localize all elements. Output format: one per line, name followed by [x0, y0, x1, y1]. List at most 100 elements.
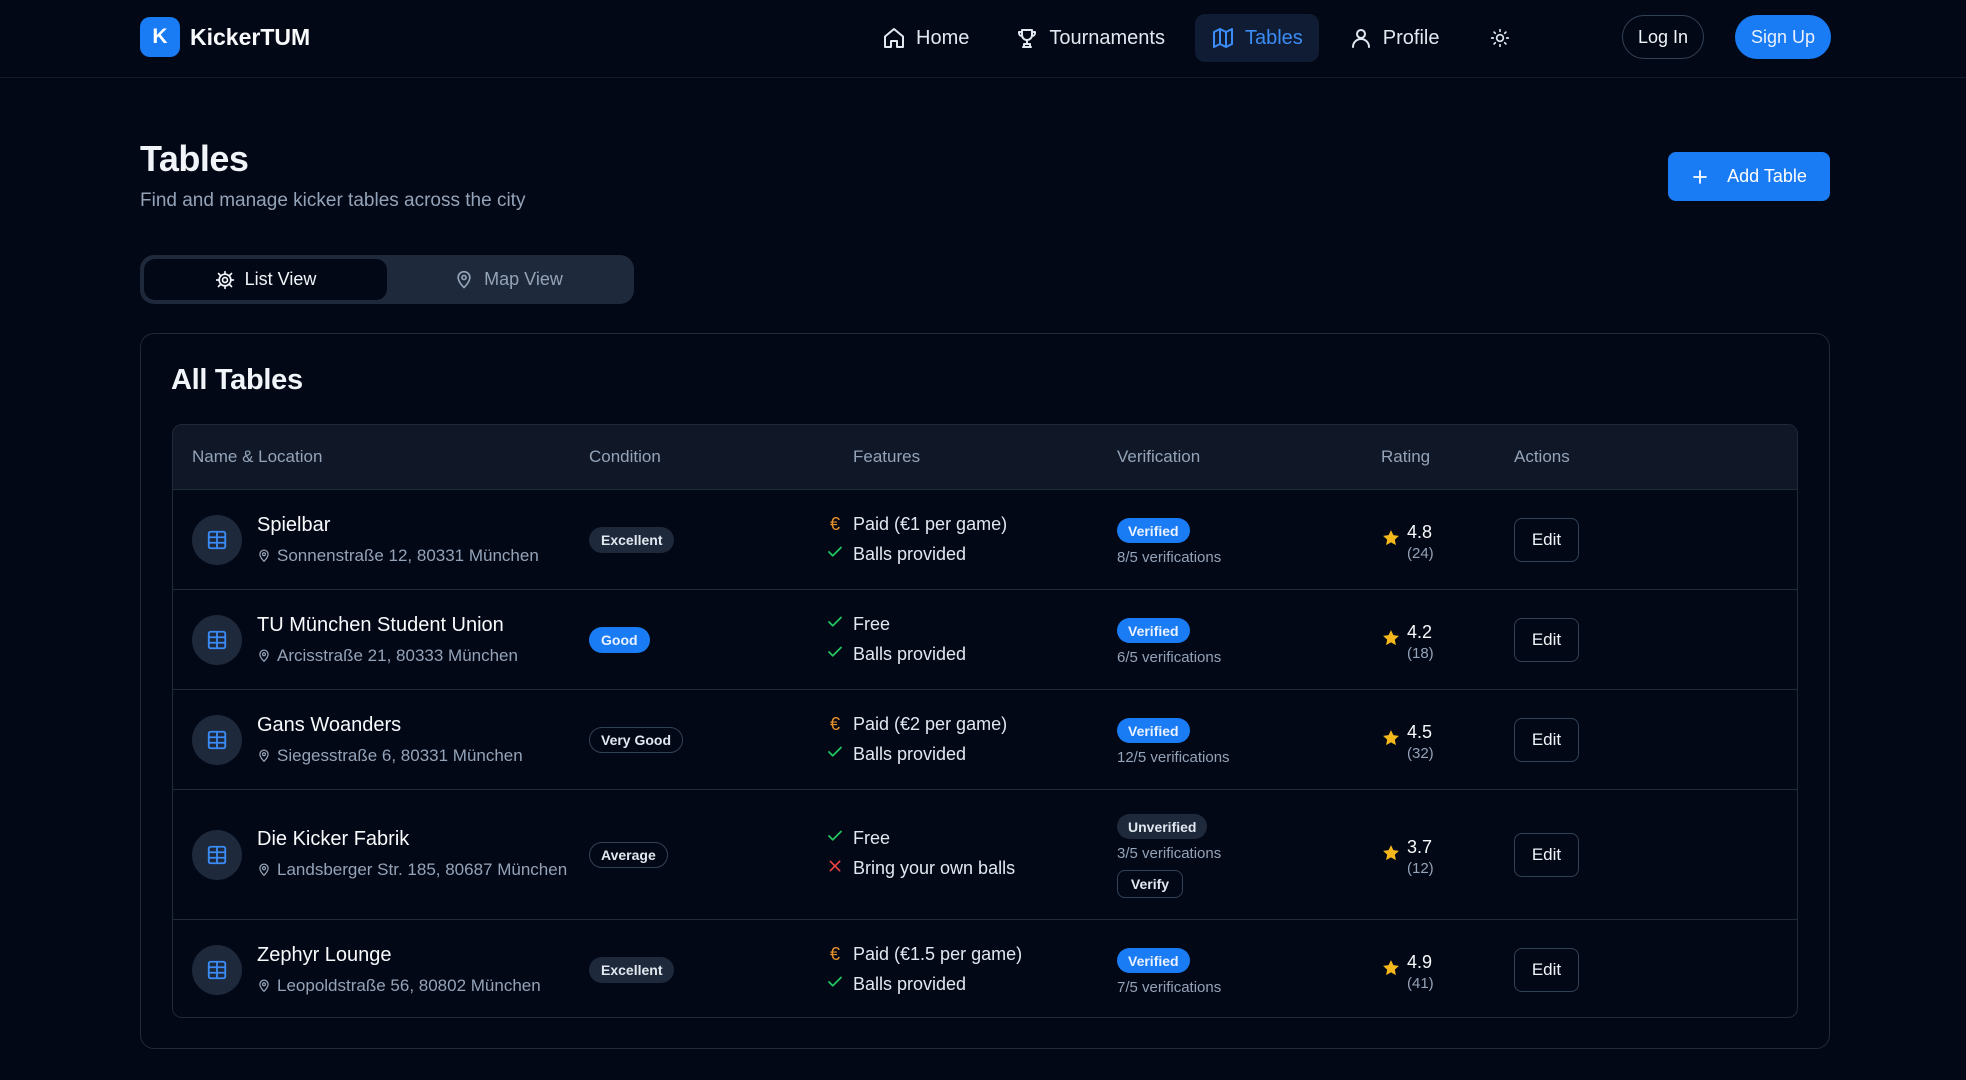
- check-icon: [825, 743, 845, 766]
- table-avatar: [192, 715, 242, 765]
- signup-button[interactable]: Sign Up: [1735, 15, 1831, 59]
- map-pin-icon: [259, 549, 269, 563]
- check-icon: [825, 643, 845, 666]
- table-name[interactable]: Gans Woanders: [257, 714, 401, 737]
- address-text: Landsberger Str. 185, 80687 München: [277, 860, 568, 879]
- star-icon: [1381, 628, 1401, 653]
- feature-text: Free: [853, 828, 891, 848]
- user-icon: [1351, 29, 1370, 48]
- feature-item: Balls provided: [828, 544, 966, 565]
- top-navbar: K KickerTUM Home Tournaments Tables Prof…: [0, 0, 1966, 78]
- plus-icon: [1693, 169, 1708, 184]
- table-name[interactable]: Spielbar: [257, 514, 330, 537]
- map-view-label: Map View: [484, 269, 563, 289]
- feature-item: € Paid (€2 per game): [830, 714, 1008, 735]
- edit-button[interactable]: Edit: [1514, 618, 1579, 662]
- star-icon: [1381, 728, 1401, 753]
- all-tables-card: All Tables Name & Location Condition Fea…: [140, 333, 1830, 1049]
- verification-badge: Verified: [1117, 718, 1190, 743]
- rating-count: (12): [1407, 860, 1434, 877]
- verification-count: 7/5 verifications: [1117, 979, 1222, 996]
- euro-icon: €: [829, 714, 840, 734]
- nav-tournaments-label: Tournaments: [1049, 26, 1165, 49]
- feature-item: Balls provided: [828, 744, 967, 765]
- feature-item: € Paid (€1.5 per game): [830, 944, 1023, 965]
- edit-button[interactable]: Edit: [1514, 718, 1579, 762]
- grid-icon: [207, 960, 227, 980]
- sun-icon: [1490, 28, 1509, 48]
- grid-icon: [207, 845, 227, 865]
- table-row: Zephyr Lounge Leopoldstraße 56, 80802 Mü…: [173, 920, 1797, 1017]
- feature-text: Paid (€1 per game): [853, 514, 1008, 534]
- star-icon: [1381, 958, 1401, 983]
- nav-home-label: Home: [916, 26, 970, 49]
- table-name[interactable]: Die Kicker Fabrik: [257, 828, 409, 851]
- rating-value: 4.5: [1407, 722, 1433, 742]
- gear-icon: [215, 270, 234, 289]
- nav-profile-label: Profile: [1382, 26, 1440, 49]
- app-logo[interactable]: K KickerTUM: [140, 17, 310, 57]
- app-name: KickerTUM: [190, 23, 311, 50]
- table-avatar: [192, 945, 242, 995]
- nav-profile[interactable]: Profile: [1333, 14, 1456, 62]
- edit-button[interactable]: Edit: [1514, 833, 1579, 877]
- rating-value: 4.9: [1407, 952, 1433, 972]
- column-header-actions: Actions: [1514, 447, 1570, 466]
- nav-tables-label: Tables: [1244, 26, 1303, 49]
- column-header-features: Features: [853, 447, 921, 466]
- map-view-tab[interactable]: Map View: [387, 259, 630, 300]
- card-title: All Tables: [171, 364, 303, 396]
- feature-text: Bring your own balls: [853, 858, 1016, 878]
- nav-home[interactable]: Home: [866, 14, 985, 62]
- table-name[interactable]: TU München Student Union: [257, 614, 504, 637]
- check-icon: [825, 613, 845, 636]
- star-icon: [1381, 528, 1401, 553]
- address-text: Sonnenstraße 12, 80331 München: [277, 546, 539, 565]
- verify-button[interactable]: Verify: [1117, 870, 1183, 898]
- verification-badge: Verified: [1117, 518, 1190, 543]
- map-pin-icon: [259, 749, 269, 763]
- list-view-tab[interactable]: List View: [144, 259, 387, 300]
- feature-item: Balls provided: [828, 644, 966, 665]
- nav-tables[interactable]: Tables: [1194, 14, 1319, 62]
- feature-text: Balls provided: [853, 974, 967, 994]
- check-icon: [825, 973, 845, 996]
- rating-count: (18): [1407, 645, 1434, 662]
- rating-count: (24): [1407, 545, 1434, 562]
- euro-icon: €: [829, 944, 840, 964]
- rating-count: (41): [1407, 975, 1434, 992]
- edit-button[interactable]: Edit: [1514, 948, 1579, 992]
- feature-text: Balls provided: [853, 744, 967, 764]
- home-icon: [884, 28, 904, 48]
- condition-badge: Excellent: [589, 957, 675, 983]
- map-pin-icon: [259, 863, 269, 877]
- table-avatar: [192, 615, 242, 665]
- map-pin-icon: [457, 270, 471, 288]
- add-table-button[interactable]: Add Table: [1668, 152, 1830, 201]
- feature-text: Paid (€2 per game): [853, 714, 1008, 734]
- theme-toggle-button[interactable]: [1476, 14, 1524, 62]
- address-text: Leopoldstraße 56, 80802 München: [277, 976, 541, 995]
- table-header: Name & Location Condition Features Verif…: [173, 425, 1797, 490]
- column-header-rating: Rating: [1381, 447, 1431, 466]
- edit-button[interactable]: Edit: [1514, 518, 1579, 562]
- table-name[interactable]: Zephyr Lounge: [257, 944, 392, 967]
- add-table-label: Add Table: [1727, 166, 1807, 186]
- column-header-verification: Verification: [1117, 447, 1201, 466]
- feature-text: Paid (€1.5 per game): [853, 944, 1023, 964]
- column-header-condition: Condition: [589, 447, 661, 466]
- table-avatar: [192, 830, 242, 880]
- main-nav: Home Tournaments Tables Profile: [866, 14, 1524, 62]
- table-address: Siegesstraße 6, 80331 München: [257, 746, 523, 766]
- rating-value: 4.2: [1407, 622, 1433, 642]
- logo-badge: K: [140, 17, 180, 57]
- table-row: Spielbar Sonnenstraße 12, 80331 München …: [173, 490, 1797, 590]
- table-address: Arcisstraße 21, 80333 München: [257, 646, 518, 666]
- check-icon: [825, 543, 845, 566]
- login-button[interactable]: Log In: [1622, 15, 1704, 59]
- trophy-icon: [1018, 29, 1037, 48]
- grid-icon: [207, 530, 227, 550]
- nav-tournaments[interactable]: Tournaments: [999, 14, 1181, 62]
- condition-badge: Very Good: [589, 727, 684, 753]
- tables-table: Name & Location Condition Features Verif…: [172, 424, 1798, 1018]
